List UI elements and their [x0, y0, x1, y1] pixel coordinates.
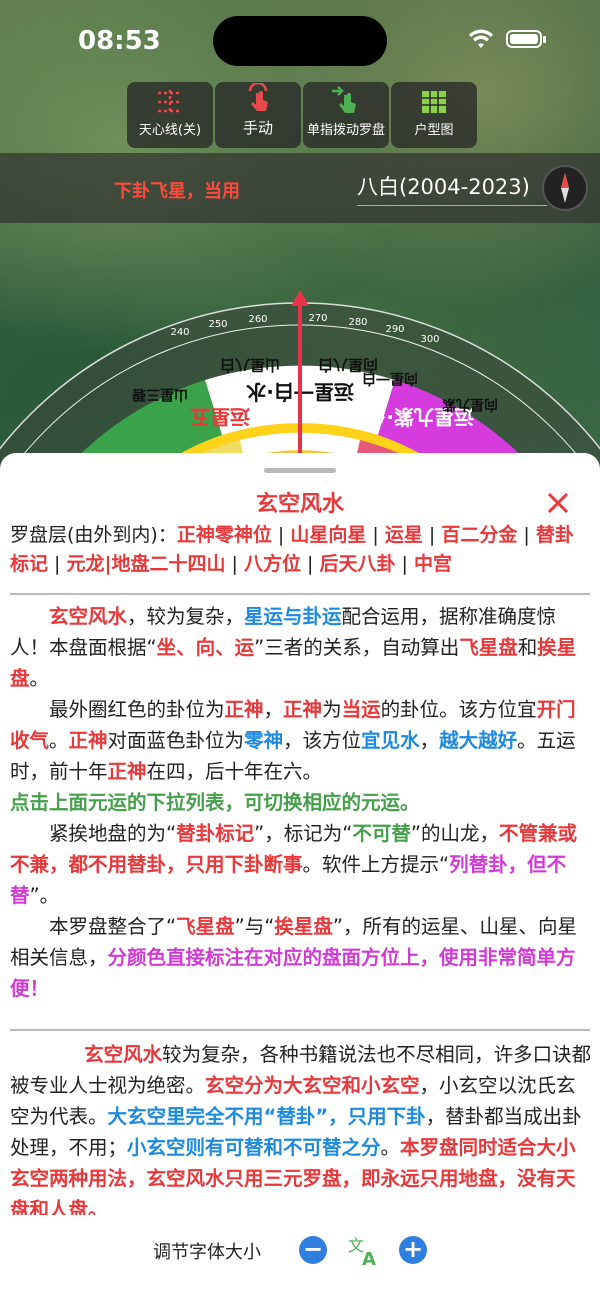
heading-arrow-head — [291, 290, 309, 306]
heart-line-toggle-button[interactable]: 天心线(关) — [127, 82, 213, 148]
divider — [10, 593, 590, 595]
wifi-icon — [469, 29, 493, 48]
layer-item: 后天八卦 — [319, 553, 396, 575]
layer-item: 元龙|地盘二十四山 — [66, 553, 226, 575]
toolbar-label: 天心线(关) — [138, 123, 202, 138]
dynamic-island — [213, 16, 387, 66]
decrease-font-button[interactable]: − — [299, 1236, 327, 1264]
degree-label: 270 — [308, 313, 327, 324]
compass-icon[interactable] — [542, 165, 588, 211]
translate-icon[interactable]: 文 A — [346, 1233, 380, 1267]
font-size-control: 调节字体大小 − 文 A + — [0, 1223, 600, 1283]
degree-label: 250 — [208, 319, 227, 330]
layer-item: 山星向星 — [290, 524, 367, 546]
degree-label: 300 — [420, 334, 439, 345]
crosshair-grid-icon — [158, 90, 182, 114]
section-intro: 玄空风水，较为复杂，星运与卦运配合运用，据称准确度惊人！本盘面根据“坐、向、运”… — [10, 601, 592, 1004]
status-time: 08:53 — [78, 26, 161, 56]
info-sheet: 玄空风水 罗盘层(由外到内)：正神零神位 | 山星向星 | 运星 | 百二分金 … — [0, 453, 600, 1300]
paragraph: 玄空风水较为复杂，各种书籍说法也不尽相同，许多口诀都被专业人士视为绝密。玄空分为… — [10, 1043, 592, 1215]
layer-item: 八方位 — [243, 553, 301, 575]
section-detail: 玄空风水较为复杂，各种书籍说法也不尽相同，许多口诀都被专业人士视为绝密。玄空分为… — [10, 1039, 592, 1215]
floorplan-grid-icon — [422, 91, 446, 113]
sheet-title: 玄空风水 — [255, 492, 344, 517]
period-bar: 下卦飞星，当用 八白(2004-2023) — [0, 153, 600, 223]
toolbar-label: 单指拨动罗盘 — [306, 123, 385, 138]
ring-text: 山星八白 — [220, 356, 280, 374]
toolbar: 天心线(关) 手动 单指拨动罗盘 户型图 — [127, 82, 477, 148]
increase-font-button[interactable]: + — [399, 1236, 427, 1264]
battery-icon — [506, 30, 546, 48]
paragraph: 紧挨地盘的为“替卦标记”，标记为“不可替”的山龙，不管兼或不兼，都不用替卦，只用… — [10, 822, 577, 907]
layer-item: 百二分金 — [441, 524, 518, 546]
layer-item: 正神零神位 — [176, 524, 272, 546]
layer-prefix: 罗盘层(由外到内)： — [10, 524, 177, 546]
degree-label: 290 — [385, 324, 404, 335]
close-icon[interactable] — [544, 489, 572, 517]
floorplan-button[interactable]: 户型图 — [391, 82, 477, 148]
flying-star-status: 下卦飞星，当用 — [114, 181, 240, 202]
period-dropdown[interactable]: 八白(2004-2023) — [357, 171, 547, 206]
ring-text: 山星三碧 — [132, 386, 188, 403]
ring-text: 运星五 — [190, 405, 250, 429]
section-detail-scroll[interactable]: 玄空风水较为复杂，各种书籍说法也不尽相同，许多口诀都被专业人士视为绝密。玄空分为… — [10, 1035, 592, 1215]
sheet-grabber[interactable] — [264, 468, 336, 473]
layer-list: 罗盘层(由外到内)：正神零神位 | 山星向星 | 运星 | 百二分金 | 替卦标… — [10, 524, 574, 575]
paragraph: 玄空风水，较为复杂，星运与卦运配合运用，据称准确度惊人！本盘面根据“坐、向、运”… — [10, 605, 577, 690]
paragraph: 最外圈红色的卦位为正神，正神为当运的卦位。该方位宜开门收气。正神对面蓝色卦位为零… — [10, 698, 576, 783]
toolbar-label: 户型图 — [414, 123, 454, 138]
degree-label: 260 — [248, 314, 267, 325]
degree-label: 240 — [170, 327, 189, 338]
swipe-finger-icon — [332, 86, 356, 113]
divider — [10, 1029, 590, 1031]
toolbar-label: 手动 — [242, 119, 273, 137]
layer-item: 运星 — [384, 524, 423, 546]
ring-text: 向星九紫 — [442, 396, 498, 413]
hand-tap-icon — [248, 83, 268, 111]
ring-text: 向星一白 — [362, 370, 418, 387]
degree-label: 280 — [348, 317, 367, 328]
font-size-label: 调节字体大小 — [153, 1242, 261, 1263]
single-finger-rotate-button[interactable]: 单指拨动罗盘 — [303, 82, 389, 148]
svg-text:A: A — [362, 1249, 376, 1267]
layer-item: 中宫 — [413, 553, 452, 575]
heading-arrow — [298, 295, 302, 470]
status-bar: 08:53 — [0, 0, 600, 80]
manual-mode-button[interactable]: 手动 — [215, 82, 301, 148]
paragraph: 点击上面元运的下拉列表，可切换相应的元运。 — [10, 791, 420, 814]
paragraph: 本罗盘整合了“飞星盘”与“挨星盘”，所有的运星、山星、向星相关信息，分颜色直接标… — [10, 915, 577, 1000]
